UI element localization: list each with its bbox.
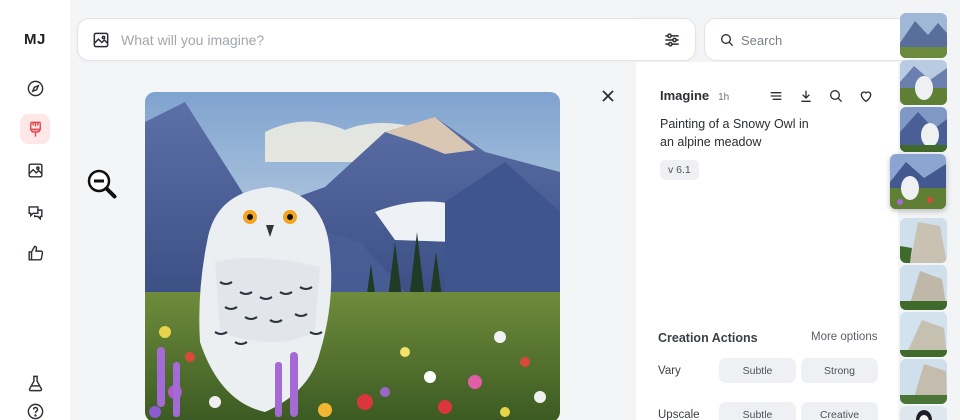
thumbnail[interactable] <box>900 60 947 105</box>
cliff-thumb <box>900 218 947 263</box>
close-button[interactable] <box>598 86 618 106</box>
thumbs-up-icon <box>27 245 43 261</box>
download-button[interactable] <box>796 86 816 106</box>
thumbnail[interactable] <box>900 359 947 404</box>
search-box <box>704 18 919 61</box>
vary-label: Vary <box>658 365 681 377</box>
sidebar-item-organize[interactable] <box>20 155 50 185</box>
owl-thumb <box>900 107 947 152</box>
flask-icon <box>28 375 42 391</box>
prompt-bar <box>77 18 696 61</box>
thumbnail[interactable] <box>900 13 947 58</box>
thumbnail-selected[interactable] <box>890 154 946 209</box>
close-icon <box>602 90 614 102</box>
owl-thumb <box>900 60 947 105</box>
detail-header: Imagine 1h <box>660 88 729 103</box>
cliff-thumb <box>900 265 947 310</box>
thumbnail[interactable] <box>900 406 947 420</box>
thumbnail[interactable] <box>900 265 947 310</box>
thumbnail[interactable] <box>900 218 947 263</box>
generated-image[interactable] <box>145 92 560 420</box>
help-icon <box>27 403 43 419</box>
paintbrush-icon <box>28 121 42 137</box>
sidebar-item-help[interactable] <box>20 396 50 420</box>
image-icon[interactable] <box>91 30 111 50</box>
prompt-input[interactable] <box>121 29 641 51</box>
menu-icon <box>770 92 782 100</box>
upscale-creative-button[interactable]: Creative <box>801 402 878 420</box>
chat-bubbles-icon <box>27 205 43 221</box>
cliff-thumb <box>900 359 947 404</box>
search-icon <box>721 34 734 47</box>
thumbnail[interactable] <box>900 107 947 152</box>
thumbnail-strip <box>890 13 960 420</box>
image-icon <box>27 162 43 178</box>
search-icon <box>830 90 843 103</box>
heart-icon <box>860 91 872 103</box>
mountain-thumb <box>900 13 947 58</box>
penguin-thumb <box>900 406 947 420</box>
detail-actions <box>766 86 876 106</box>
app-logo[interactable]: MJ <box>24 31 46 48</box>
job-time: 1h <box>718 92 730 103</box>
compass-icon <box>27 80 43 96</box>
sliders-icon[interactable] <box>662 30 682 50</box>
vary-strong-button[interactable]: Strong <box>801 358 878 383</box>
version-badge: v 6.1 <box>660 160 699 180</box>
snowy-owl-painting <box>145 92 560 420</box>
zoom-out-icon[interactable] <box>86 168 118 200</box>
vary-subtle-button[interactable]: Subtle <box>719 358 796 383</box>
sidebar-item-rate[interactable] <box>20 238 50 268</box>
sidebar-item-explore[interactable] <box>20 73 50 103</box>
download-icon <box>801 90 811 102</box>
owl-thumb <box>890 154 946 209</box>
cliff-thumb <box>900 312 947 357</box>
sidebar: MJ <box>0 0 70 420</box>
job-type: Imagine <box>660 88 710 103</box>
search-similar-button[interactable] <box>826 86 846 106</box>
upscale-label: Upscale <box>658 409 700 420</box>
like-button[interactable] <box>856 86 876 106</box>
prompt-text[interactable]: Painting of a Snowy Owl in an alpine mea… <box>660 115 810 151</box>
image-detail-panel: Imagine 1h Painting of a Snowy Owl in an… <box>636 62 898 420</box>
sidebar-item-lab[interactable] <box>20 368 50 398</box>
search-input[interactable] <box>741 30 901 50</box>
upscale-subtle-button[interactable]: Subtle <box>719 402 796 420</box>
menu-button[interactable] <box>766 86 786 106</box>
sidebar-item-create[interactable] <box>20 114 50 144</box>
sidebar-item-chat[interactable] <box>20 197 50 227</box>
thumbnail[interactable] <box>900 312 947 357</box>
creation-actions-title: Creation Actions <box>658 331 758 345</box>
more-options-link[interactable]: More options <box>811 331 877 343</box>
